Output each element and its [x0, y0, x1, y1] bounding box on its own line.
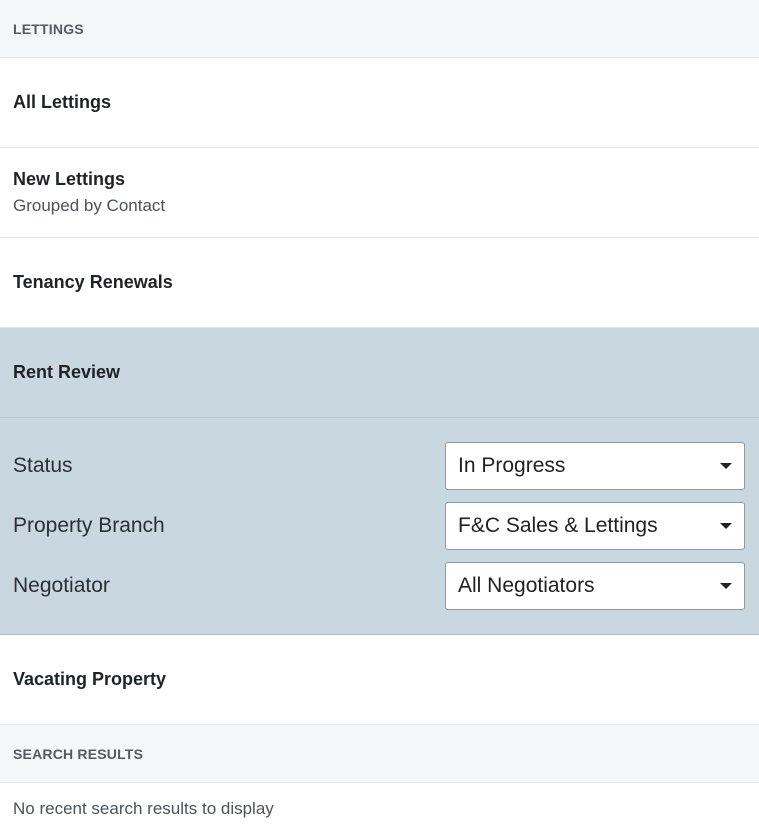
filter-row-branch: Property Branch F&C Sales & Lettings [0, 502, 759, 550]
nav-item-label: Rent Review [13, 362, 121, 382]
status-select-value: In Progress [458, 454, 566, 477]
nav-item-label: Vacating Property [13, 669, 167, 689]
lettings-panel: LETTINGS All Lettings New Lettings Group… [0, 0, 759, 837]
nav-item-rent-review[interactable]: Rent Review [0, 328, 759, 418]
nav-item-all-lettings[interactable]: All Lettings [0, 58, 759, 148]
status-select[interactable]: In Progress [445, 442, 745, 490]
nav-item-vacating-property[interactable]: Vacating Property [0, 635, 759, 725]
filter-row-negotiator: Negotiator All Negotiators [0, 562, 759, 610]
nav-item-tenancy-renewals[interactable]: Tenancy Renewals [0, 238, 759, 328]
chevron-down-icon [720, 523, 732, 529]
filter-row-status: Status In Progress [0, 442, 759, 490]
property-branch-label: Property Branch [13, 514, 165, 537]
search-results-header-label: SEARCH RESULTS [13, 745, 144, 762]
nav-item-label: All Lettings [13, 92, 111, 112]
property-branch-select-value: F&C Sales & Lettings [458, 514, 658, 537]
negotiator-select-value: All Negotiators [458, 574, 595, 597]
lettings-header-label: LETTINGS [13, 20, 84, 37]
rent-review-filters: Status In Progress Property Branch F&C S… [0, 418, 759, 635]
nav-item-label: Tenancy Renewals [13, 272, 173, 292]
negotiator-label: Negotiator [13, 574, 110, 597]
chevron-down-icon [720, 463, 732, 469]
negotiator-select[interactable]: All Negotiators [445, 562, 745, 610]
nav-item-subtitle: Grouped by Contact [13, 196, 166, 215]
search-results-section-header: SEARCH RESULTS [0, 725, 759, 783]
status-label: Status [13, 454, 73, 477]
nav-item-label: New Lettings [13, 169, 126, 189]
chevron-down-icon [720, 583, 732, 589]
empty-message-text: No recent search results to display [13, 799, 274, 818]
search-results-empty-message: No recent search results to display [0, 783, 759, 835]
property-branch-select[interactable]: F&C Sales & Lettings [445, 502, 745, 550]
nav-item-new-lettings[interactable]: New Lettings Grouped by Contact [0, 148, 759, 238]
lettings-section-header: LETTINGS [0, 0, 759, 58]
